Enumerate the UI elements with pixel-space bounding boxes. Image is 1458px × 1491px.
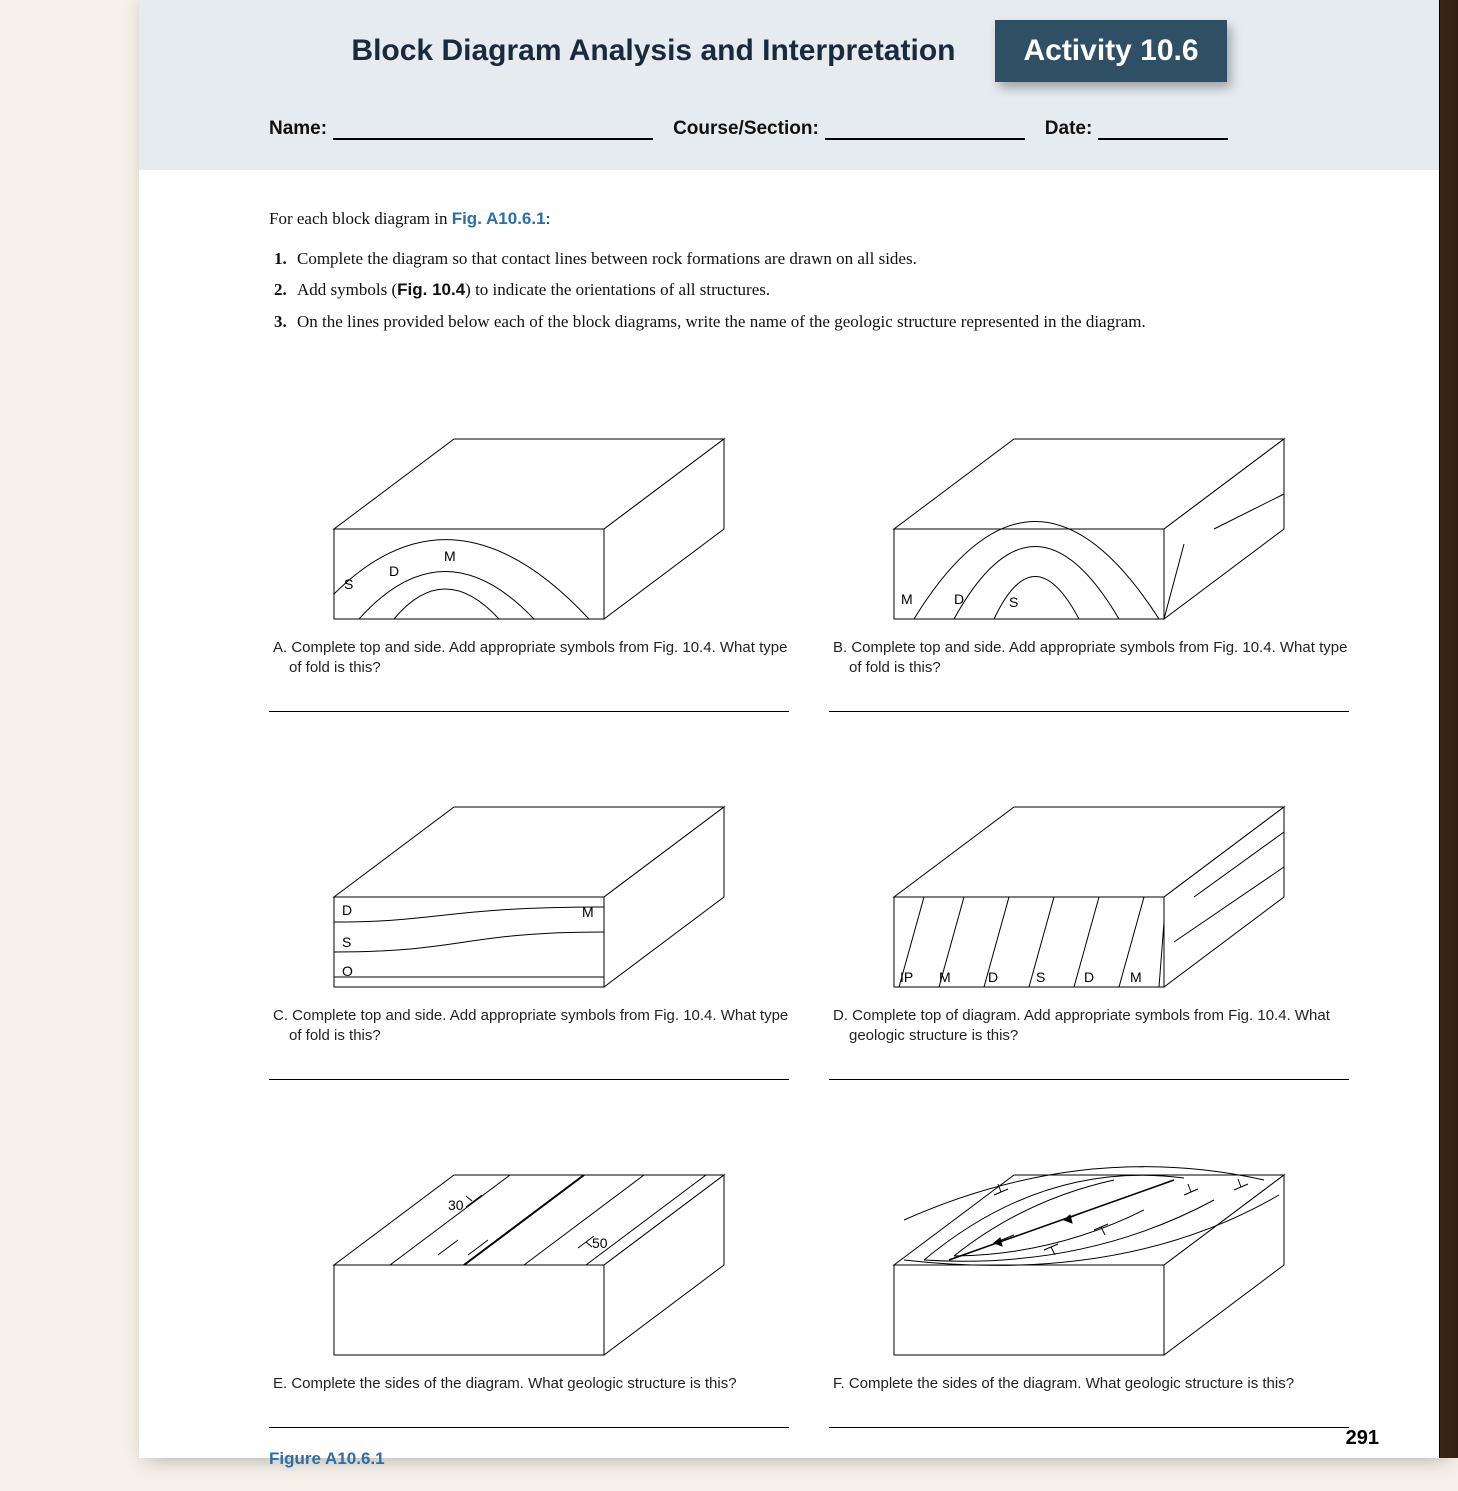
answer-line-D[interactable] bbox=[829, 1056, 1349, 1080]
caption-A: A. Complete top and side. Add appropriat… bbox=[285, 638, 789, 679]
diagram-cell-C: D S O M C. Complete top and side. Add ap… bbox=[269, 732, 789, 1080]
diagram-cell-E: 30 50 E. Complete the sides of the diagr… bbox=[269, 1100, 789, 1428]
page-title: Block Diagram Analysis and Interpretatio… bbox=[351, 34, 955, 68]
answer-line-E[interactable] bbox=[269, 1404, 789, 1428]
label-50: 50 bbox=[592, 1235, 608, 1251]
block-diagram-B: M D S bbox=[829, 364, 1349, 624]
instr2-bold: Fig. 10.4 bbox=[397, 280, 465, 299]
header: Block Diagram Analysis and Interpretatio… bbox=[139, 0, 1439, 170]
answer-line-B[interactable] bbox=[829, 688, 1349, 712]
date-input-line[interactable] bbox=[1098, 119, 1228, 140]
instruction-1: Complete the diagram so that contact lin… bbox=[291, 246, 1349, 272]
content: For each block diagram in Fig. A10.6.1: … bbox=[139, 170, 1439, 1491]
answer-line-F[interactable] bbox=[829, 1404, 1349, 1428]
label-S: S bbox=[1009, 594, 1018, 610]
label-M: M bbox=[901, 591, 913, 607]
block-diagram-A: S D M bbox=[269, 364, 789, 624]
label-30: 30 bbox=[448, 1197, 464, 1213]
label-S: S bbox=[344, 576, 353, 592]
label-D: D bbox=[954, 591, 964, 607]
label-S: S bbox=[1036, 969, 1045, 985]
label-M: M bbox=[444, 548, 456, 564]
diagram-grid: S D M A. Complete top and side. Add appr… bbox=[269, 364, 1349, 1428]
fields-row: Name: Course/Section: Date: bbox=[199, 118, 1379, 140]
date-field[interactable]: Date: bbox=[1045, 118, 1229, 140]
instr2-prefix: Add symbols ( bbox=[297, 280, 397, 299]
worksheet-page: Block Diagram Analysis and Interpretatio… bbox=[139, 0, 1439, 1458]
name-input-line[interactable] bbox=[333, 119, 653, 140]
label-M1: M bbox=[939, 969, 951, 985]
diagram-cell-D: IP M D S D M D. Complete top of diagram.… bbox=[829, 732, 1349, 1080]
caption-F: F. Complete the sides of the diagram. Wh… bbox=[845, 1374, 1349, 1394]
block-diagram-F bbox=[829, 1100, 1349, 1360]
caption-D: D. Complete top of diagram. Add appropri… bbox=[845, 1006, 1349, 1047]
label-M2: M bbox=[1130, 969, 1142, 985]
instruction-3: On the lines provided below each of the … bbox=[291, 309, 1349, 335]
label-D1: D bbox=[988, 969, 998, 985]
block-diagram-D: IP M D S D M bbox=[829, 732, 1349, 992]
course-label: Course/Section: bbox=[673, 118, 819, 140]
name-label: Name: bbox=[269, 118, 327, 140]
caption-E: E. Complete the sides of the diagram. Wh… bbox=[285, 1374, 789, 1394]
answer-line-A[interactable] bbox=[269, 688, 789, 712]
label-IP: IP bbox=[900, 969, 913, 985]
label-D2: D bbox=[1084, 969, 1094, 985]
diagram-cell-A: S D M A. Complete top and side. Add appr… bbox=[269, 364, 789, 712]
activity-badge: Activity 10.6 bbox=[995, 20, 1226, 82]
date-label: Date: bbox=[1045, 118, 1093, 140]
label-M-right: M bbox=[582, 904, 594, 920]
caption-C: C. Complete top and side. Add appropriat… bbox=[285, 1006, 789, 1047]
label-D: D bbox=[389, 563, 399, 579]
book-edge bbox=[1439, 0, 1458, 1458]
block-diagram-C: D S O M bbox=[269, 732, 789, 992]
caption-B: B. Complete top and side. Add appropriat… bbox=[845, 638, 1349, 679]
name-field[interactable]: Name: bbox=[269, 118, 653, 140]
instr2-suffix: ) to indicate the orientations of all st… bbox=[465, 280, 770, 299]
block-diagram-E: 30 50 bbox=[269, 1100, 789, 1360]
course-input-line[interactable] bbox=[825, 119, 1025, 140]
label-S: S bbox=[342, 934, 351, 950]
figure-reference: Fig. A10.6.1 bbox=[452, 209, 546, 228]
page-number: 291 bbox=[1346, 1427, 1379, 1450]
label-D: D bbox=[342, 902, 352, 918]
course-field[interactable]: Course/Section: bbox=[673, 118, 1025, 140]
figure-label: Figure A10.6.1 bbox=[269, 1446, 1349, 1472]
intro-prefix: For each block diagram in bbox=[269, 209, 452, 228]
diagram-cell-B: M D S B. Complete top and side. Add appr… bbox=[829, 364, 1349, 712]
instruction-2: Add symbols (Fig. 10.4) to indicate the … bbox=[291, 277, 1349, 303]
intro-text: For each block diagram in Fig. A10.6.1: bbox=[269, 206, 1349, 232]
instructions-list: Complete the diagram so that contact lin… bbox=[291, 246, 1349, 335]
label-O: O bbox=[342, 963, 353, 979]
intro-suffix: : bbox=[546, 209, 551, 228]
answer-line-C[interactable] bbox=[269, 1056, 789, 1080]
diagram-cell-F: F. Complete the sides of the diagram. Wh… bbox=[829, 1100, 1349, 1428]
